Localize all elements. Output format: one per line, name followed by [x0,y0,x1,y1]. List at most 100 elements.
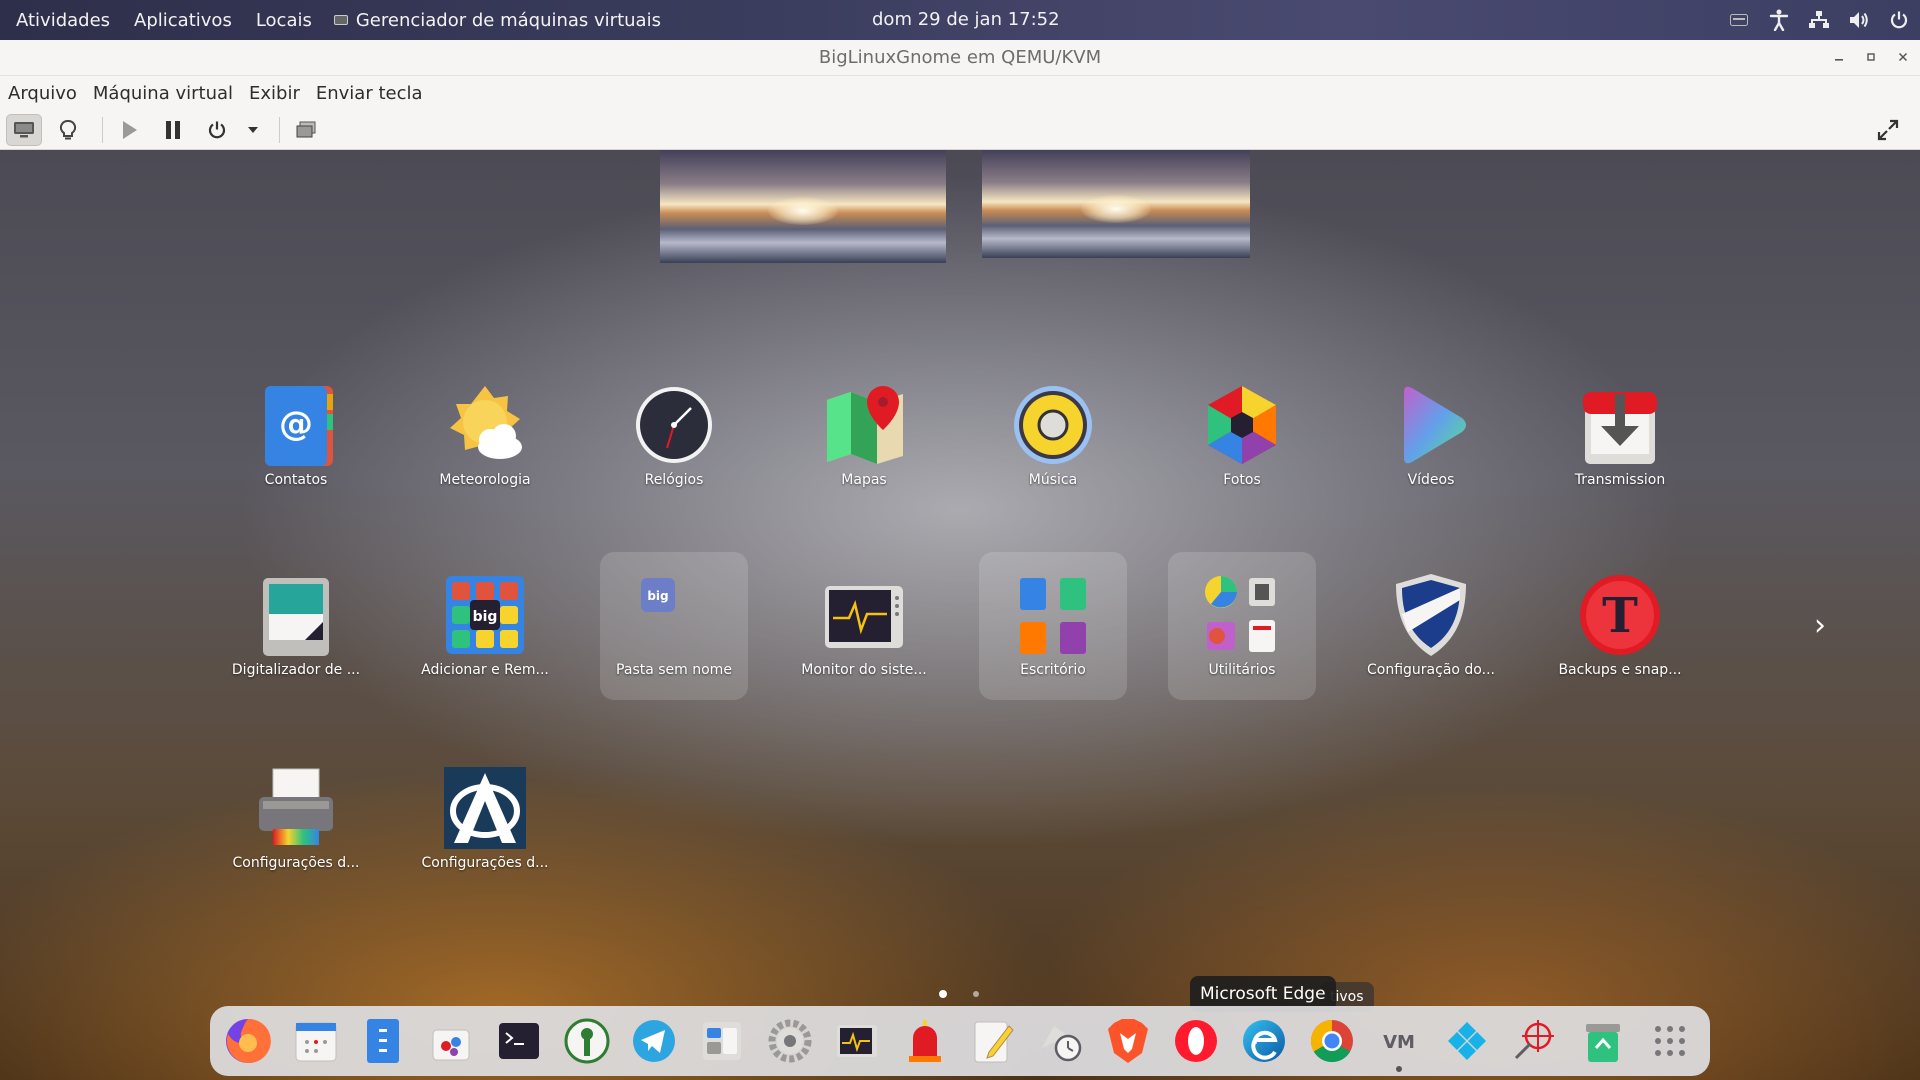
dock-calendar[interactable] [288,1013,344,1069]
app-label: Backups e snap... [1558,662,1682,678]
app-add-remove-software[interactable]: big Adicionar e Rem... [411,552,559,700]
dock-software[interactable] [423,1013,479,1069]
edge-icon [1242,1020,1285,1062]
dock-firefox[interactable] [220,1013,276,1069]
network-icon[interactable] [1808,9,1830,31]
gear-icon [768,1019,812,1063]
console-view-button[interactable] [6,114,42,146]
close-icon[interactable] [1898,40,1908,76]
dock-telegram[interactable] [626,1013,682,1069]
vm-icon: VM [1383,1032,1415,1053]
svg-text:T: T [1602,588,1638,644]
telegram-icon [633,1020,676,1062]
pause-button[interactable] [155,114,191,146]
bag-icon [432,1029,470,1061]
pause-icon [166,121,180,139]
dock-screenshot[interactable] [1507,1013,1563,1069]
app-label: Configurações d... [232,855,360,871]
fullscreen-button[interactable] [1870,114,1906,146]
video-play-icon [1404,386,1466,464]
workspace-thumbnail[interactable] [982,150,1250,258]
workspace-thumbnail[interactable] [660,150,946,263]
arch-logo-icon [444,767,526,849]
folder-office[interactable]: Escritório [979,552,1127,700]
dock-chrome[interactable] [1304,1013,1360,1069]
lightbulb-icon [59,120,77,140]
menu-file[interactable]: Arquivo [0,83,85,104]
shutdown-menu-button[interactable] [243,114,263,146]
dock-alarm[interactable] [897,1013,953,1069]
power-icon [208,121,226,139]
app-music[interactable]: Música [979,362,1127,510]
next-page-chevron-icon[interactable]: › [1814,608,1826,643]
app-document-scanner[interactable]: Digitalizador de ... [222,552,370,700]
dock-trash[interactable] [1575,1013,1631,1069]
power-icon[interactable] [1888,9,1910,31]
places-menu[interactable]: Locais [248,10,320,31]
system-monitor-icon [825,586,903,648]
applications-menu[interactable]: Aplicativos [126,10,240,31]
snapshots-button[interactable] [288,114,324,146]
dock-microsoft-edge[interactable] [1236,1013,1292,1069]
menu-send-key[interactable]: Enviar tecla [308,83,431,104]
app-weather[interactable]: Meteorologia [411,362,559,510]
volume-icon[interactable] [1848,9,1870,31]
app-menu[interactable]: Gerenciador de máquinas virtuais [333,10,661,31]
app-label: Adicionar e Rem... [421,662,549,678]
window-titlebar[interactable]: BigLinuxGnome em QEMU/KVM [0,40,1920,76]
clock[interactable]: dom 29 de jan 17:52 [872,0,1060,40]
app-contacts[interactable]: @ Contatos [222,362,370,510]
guest-display[interactable]: @ Contatos Meteorologia Relógios Mapas M… [0,150,1920,1080]
app-label: Digitalizador de ... [231,662,361,678]
app-archlinux-settings[interactable]: Configurações d... [411,745,559,893]
app-label: Transmission [1574,472,1666,488]
dock-terminal[interactable] [491,1013,547,1069]
menu-view[interactable]: Exibir [241,83,308,104]
dock-opera[interactable] [1168,1013,1224,1069]
app-printer-settings[interactable]: Configurações d... [222,745,370,893]
maximize-icon[interactable] [1866,40,1876,76]
dock-keepassxc[interactable] [559,1013,615,1069]
app-system-monitor[interactable]: Monitor do siste... [790,552,938,700]
dock-show-apps[interactable] [1642,1013,1698,1069]
svg-text:big: big [647,589,668,603]
minimize-icon[interactable] [1834,40,1844,76]
folder-unnamed[interactable]: big Pasta sem nome [600,552,748,700]
menu-virtual-machine[interactable]: Máquina virtual [85,83,241,104]
system-tray[interactable] [1728,0,1910,40]
keyboard-icon[interactable] [1728,9,1750,31]
details-view-button[interactable] [50,114,86,146]
dock-files[interactable] [355,1013,411,1069]
run-button[interactable] [111,114,147,146]
svg-text:big: big [473,609,498,625]
app-maps[interactable]: Mapas [790,362,938,510]
shutdown-button[interactable] [199,114,235,146]
page-indicator[interactable] [973,991,979,997]
dock-timer-app[interactable] [1033,1013,1089,1069]
dock-settings-tool[interactable] [694,1013,750,1069]
app-photos[interactable]: Fotos [1168,362,1316,510]
firefox-icon [225,1018,271,1063]
dock-brave[interactable] [1101,1013,1157,1069]
dock-system-monitor[interactable] [830,1013,886,1069]
dock-virt-manager[interactable]: VM [1371,1013,1427,1072]
dock-settings[interactable] [762,1013,818,1069]
app-firewall-config[interactable]: Configuração do... [1357,552,1505,700]
folder-utilities[interactable]: Utilitários [1168,552,1316,700]
app-timeshift[interactable]: T Backups e snap... [1546,552,1694,700]
page-indicator-active[interactable] [939,990,947,998]
app-clocks[interactable]: Relógios [600,362,748,510]
app-label: Fotos [1223,472,1261,488]
svg-text:VM: VM [1383,1032,1415,1053]
dock-text-editor[interactable] [965,1013,1021,1069]
accessibility-icon[interactable] [1768,9,1790,31]
maps-icon [827,386,903,464]
timer-icon [1041,1026,1081,1062]
app-transmission[interactable]: Transmission [1546,362,1694,510]
utilities-folder-icon [1205,576,1275,652]
dock-kodi[interactable] [1439,1013,1495,1069]
gnome-top-bar: Atividades Aplicativos Locais Gerenciado… [0,0,1920,40]
app-videos[interactable]: Vídeos [1357,362,1505,510]
activities-button[interactable]: Atividades [8,10,118,31]
svg-text:@: @ [279,404,313,444]
